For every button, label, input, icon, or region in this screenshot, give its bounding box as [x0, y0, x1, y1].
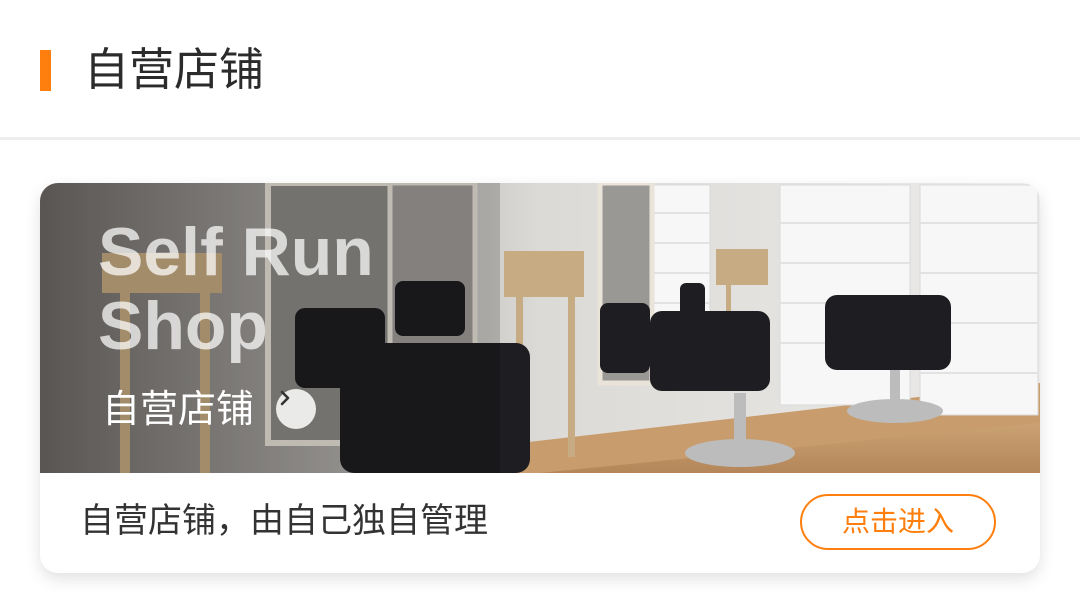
banner-chinese-title: 自营店铺: [102, 387, 255, 431]
shop-description: 自营店铺，由自己独自管理: [80, 501, 488, 541]
shop-card[interactable]: Self Run Shop 自营店铺 自营店铺，由自己独自管理 点击进入: [40, 183, 1040, 573]
shop-banner[interactable]: Self Run Shop 自营店铺: [40, 183, 1040, 473]
banner-english-title: Self Run Shop: [98, 214, 374, 364]
page-title: 自营店铺: [84, 43, 265, 96]
title-accent-bar: [40, 50, 51, 91]
chevron-right-icon: [280, 390, 290, 406]
section-header: 自营店铺: [0, 0, 1080, 140]
card-footer: 自营店铺，由自己独自管理 点击进入: [40, 473, 1040, 573]
banner-go-button[interactable]: [276, 389, 316, 429]
enter-shop-button[interactable]: 点击进入: [800, 494, 996, 550]
